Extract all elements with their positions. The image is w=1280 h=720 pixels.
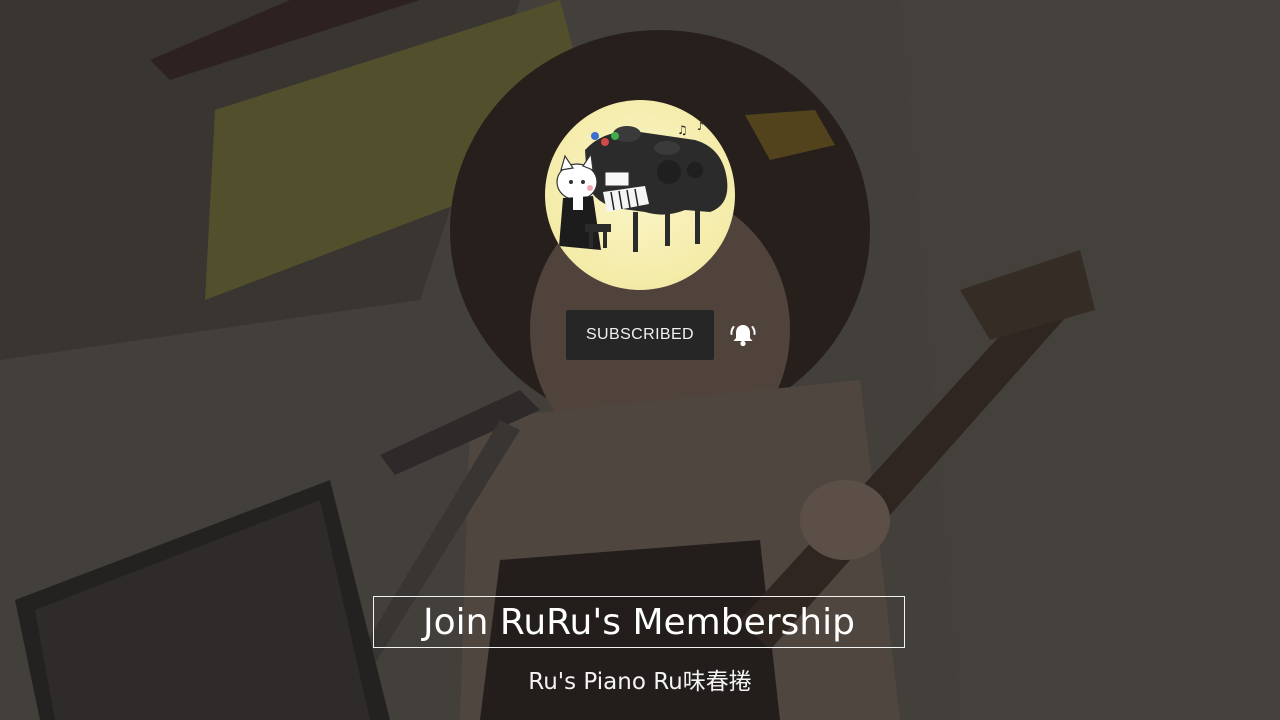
subscribed-button-label: SUBSCRIBED <box>585 326 695 343</box>
cat-playing-gamepad-piano-logo: ♫ ♪ <box>556 120 728 252</box>
channel-avatar[interactable]: ♫ ♪ <box>545 100 735 290</box>
join-membership-button[interactable]: Join RuRu's Membership <box>373 596 905 648</box>
svg-text:♫: ♫ <box>677 123 688 137</box>
join-membership-label: Join RuRu's Membership <box>423 601 855 643</box>
subscribed-button[interactable]: SUBSCRIBED <box>566 310 714 360</box>
bell-ring-icon[interactable] <box>729 321 757 349</box>
channel-name[interactable]: Ru's Piano Ru味春捲 <box>440 662 840 696</box>
end-screen: ♫ ♪ SUBSCRIBED Join RuRu's Membership Ru… <box>0 0 1280 720</box>
